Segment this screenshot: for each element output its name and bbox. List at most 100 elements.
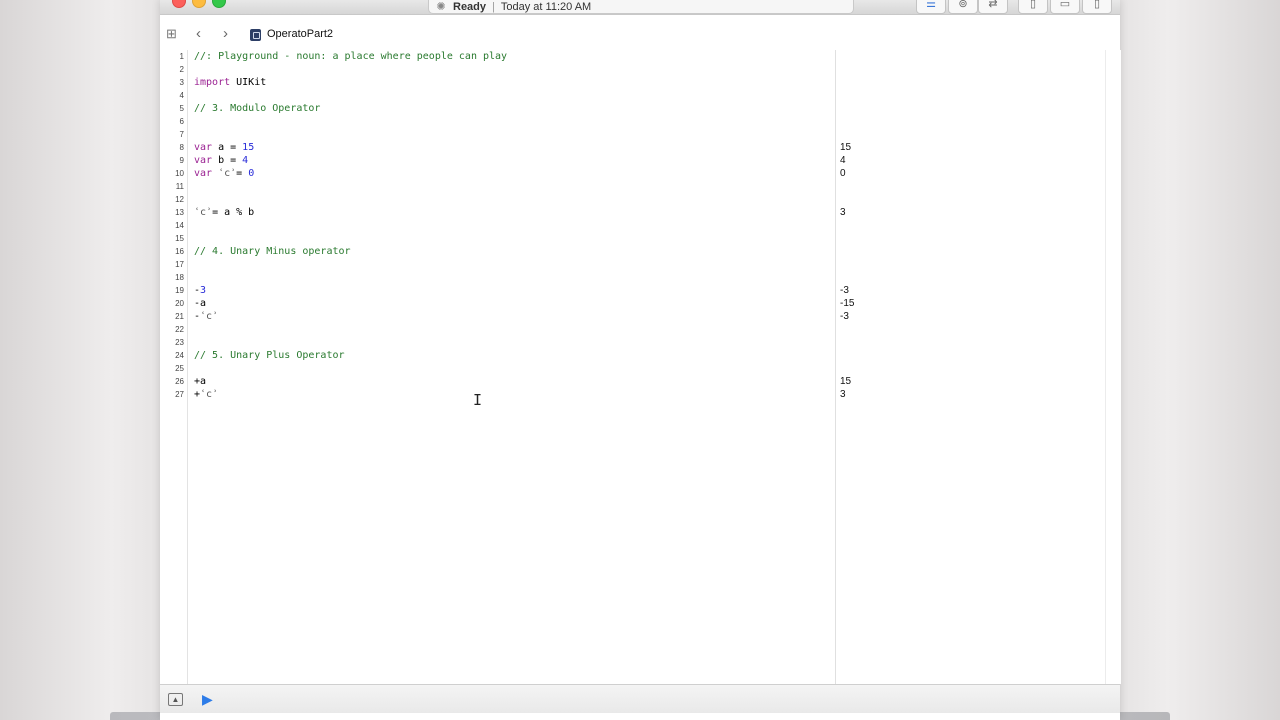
- code-editor[interactable]: 1 //: Playground - noun: a place where pe…: [160, 50, 1121, 684]
- code-token: -a: [194, 298, 207, 309]
- related-items-grid-icon[interactable]: ⊞: [166, 27, 180, 41]
- result-value[interactable]: -15: [840, 297, 854, 310]
- activity-spinner-icon: ✺: [436, 1, 446, 13]
- code-line[interactable]: 26 +a: [160, 375, 835, 388]
- variable-token: ʿcʾ: [200, 389, 219, 400]
- result-value[interactable]: 0: [840, 167, 846, 180]
- line-number: 2: [179, 65, 184, 74]
- line-number: 18: [175, 273, 184, 282]
- result-value[interactable]: 15: [840, 141, 851, 154]
- code-line[interactable]: 8 var a = 15: [160, 141, 835, 154]
- code-line[interactable]: 11: [160, 180, 835, 193]
- code-line[interactable]: 14: [160, 219, 835, 232]
- code-line[interactable]: 16 // 4. Unary Minus operator: [160, 245, 835, 258]
- line-number: 9: [179, 156, 184, 165]
- code-line[interactable]: 9 var b = 4: [160, 154, 835, 167]
- result-value[interactable]: -3: [840, 284, 849, 297]
- code-line[interactable]: 27 +ʿcʾ: [160, 388, 835, 401]
- code-line[interactable]: 12: [160, 193, 835, 206]
- editor-scrollbar[interactable]: [1105, 50, 1121, 684]
- code-line[interactable]: 10 var ʿcʾ= 0: [160, 167, 835, 180]
- close-window-icon[interactable]: [172, 0, 186, 8]
- standard-editor-button[interactable]: ☰: [916, 0, 946, 14]
- code-line[interactable]: 21 -ʿcʾ: [160, 310, 835, 323]
- code-line[interactable]: 20 -a: [160, 297, 835, 310]
- result-value[interactable]: 3: [840, 388, 846, 401]
- line-number: 20: [175, 299, 184, 308]
- line-number: 4: [179, 91, 184, 100]
- debug-panel-icon: ▭: [1059, 0, 1071, 10]
- code-line[interactable]: 2: [160, 63, 835, 76]
- code-token: =: [236, 168, 249, 179]
- utilities-toggle-button[interactable]: ▯: [1082, 0, 1112, 14]
- code-line[interactable]: 13 ʿcʾ= a % b: [160, 206, 835, 219]
- result-value[interactable]: 15: [840, 375, 851, 388]
- code-line[interactable]: 17: [160, 258, 835, 271]
- line-number: 1: [179, 52, 184, 61]
- run-playground-icon[interactable]: ▶: [202, 691, 213, 707]
- text-cursor-icon: I: [473, 391, 483, 409]
- line-number: 14: [175, 221, 184, 230]
- version-editor-button[interactable]: ⇄: [978, 0, 1008, 14]
- code-text: //: Playground - noun: a place where peo…: [194, 50, 507, 63]
- code-token: 3: [200, 285, 207, 296]
- minimize-window-icon[interactable]: [192, 0, 206, 8]
- toggle-debug-area-icon[interactable]: ▲: [168, 693, 183, 706]
- code-line[interactable]: 7: [160, 128, 835, 141]
- activity-separator: |: [492, 1, 495, 13]
- line-number: 23: [175, 338, 184, 347]
- code-text: ʿcʾ= a % b: [194, 206, 254, 219]
- code-line[interactable]: 5 // 3. Modulo Operator: [160, 102, 835, 115]
- code-line[interactable]: 18: [160, 271, 835, 284]
- code-line[interactable]: 25: [160, 362, 835, 375]
- code-token: var: [194, 155, 213, 166]
- code-token: a =: [212, 142, 243, 153]
- assistant-editor-button[interactable]: ⊚: [948, 0, 978, 14]
- jump-bar-file-name[interactable]: OperatoPart2: [267, 28, 333, 40]
- code-text: -a: [194, 297, 206, 310]
- code-line[interactable]: 15: [160, 232, 835, 245]
- result-value[interactable]: -3: [840, 310, 849, 323]
- line-number: 13: [175, 208, 184, 217]
- code-text: // 3. Modulo Operator: [194, 102, 320, 115]
- code-line[interactable]: 19 -3: [160, 284, 835, 297]
- desktop-background-left: [0, 0, 160, 720]
- code-token: +a: [194, 376, 207, 387]
- code-text: +ʿcʾ: [194, 388, 218, 401]
- code-line[interactable]: 3 import UIKit: [160, 76, 835, 89]
- activity-status: Ready: [453, 1, 487, 13]
- code-token: var: [194, 168, 213, 179]
- code-line[interactable]: 23: [160, 336, 835, 349]
- code-line[interactable]: 22: [160, 323, 835, 336]
- code-token: UIKit: [230, 77, 267, 88]
- code-token: // 3. Modulo Operator: [194, 103, 321, 114]
- code-token: b =: [212, 155, 243, 166]
- jump-bar: ⊞ ‹ › OperatoPart2: [160, 19, 1120, 51]
- activity-viewer: ✺ Ready | Today at 11:20 AM: [428, 0, 854, 14]
- code-token: // 4. Unary Minus operator: [194, 246, 351, 257]
- debug-area-toggle-button[interactable]: ▭: [1050, 0, 1080, 14]
- line-number: 11: [175, 182, 184, 191]
- result-value[interactable]: 3: [840, 206, 846, 219]
- code-token: 0: [248, 168, 255, 179]
- code-text: var b = 4: [194, 154, 248, 167]
- code-text: import UIKit: [194, 76, 266, 89]
- code-line[interactable]: 6: [160, 115, 835, 128]
- code-token: // 5. Unary Plus Operator: [194, 350, 345, 361]
- code-line[interactable]: 4: [160, 89, 835, 102]
- code-text: -3: [194, 284, 206, 297]
- code-text: -ʿcʾ: [194, 310, 218, 323]
- code-line[interactable]: 1 //: Playground - noun: a place where pe…: [160, 50, 835, 63]
- navigator-toggle-button[interactable]: ▯: [1018, 0, 1048, 14]
- code-text: var ʿcʾ= 0: [194, 167, 254, 180]
- title-bar: ✺ Ready | Today at 11:20 AM ☰ ⊚ ⇄ ▯ ▭ ▯: [160, 0, 1120, 15]
- line-number: 26: [175, 377, 184, 386]
- chevron-right-icon[interactable]: ›: [223, 25, 228, 42]
- variable-token: ʿcʾ: [200, 311, 219, 322]
- chevron-left-icon[interactable]: ‹: [196, 25, 201, 42]
- zoom-window-icon[interactable]: [212, 0, 226, 8]
- code-line[interactable]: 24 // 5. Unary Plus Operator: [160, 349, 835, 362]
- result-value[interactable]: 4: [840, 154, 846, 167]
- code-text: // 5. Unary Plus Operator: [194, 349, 345, 362]
- code-text: var a = 15: [194, 141, 254, 154]
